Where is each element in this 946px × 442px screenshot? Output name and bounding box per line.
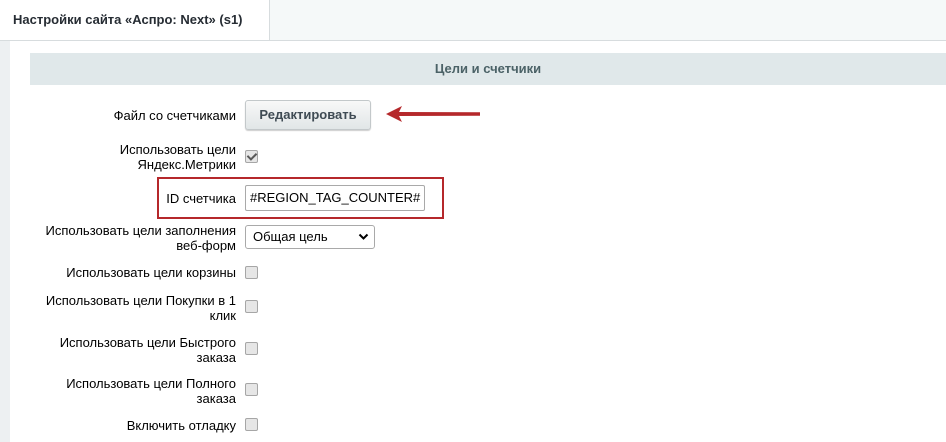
basket-goals-label: Использовать цели корзины <box>66 265 236 280</box>
label-line: Использовать цели <box>119 142 236 157</box>
webform-goals-label: Использовать цели заполнения веб-форм <box>46 223 236 253</box>
tab-bar: Настройки сайта «Аспро: Next» (s1) <box>0 0 946 41</box>
debug-checkbox[interactable] <box>245 418 258 431</box>
counters-file-label: Файл со счетчиками <box>113 108 236 123</box>
counter-id-label: ID счетчика <box>166 191 236 206</box>
settings-page: Настройки сайта «Аспро: Next» (s1) Цели … <box>0 0 946 442</box>
label-line: заказа <box>196 350 236 365</box>
select-value: Общая цель <box>253 229 328 244</box>
label-line: Использовать цели Покупки в 1 <box>45 293 236 308</box>
counter-id-input[interactable]: #REGION_TAG_COUNTER# <box>245 185 425 211</box>
label-line: Использовать цели Быстрого <box>59 335 236 350</box>
label-line: Использовать цели Полного <box>66 376 236 391</box>
quick-order-goals-label: Использовать цели Быстрого заказа <box>60 335 236 365</box>
edit-button[interactable]: Редактировать <box>245 100 371 130</box>
yandex-metrika-label: Использовать цели Яндекс.Метрики <box>120 142 236 172</box>
label-line: Яндекс.Метрики <box>137 157 237 172</box>
label-line: клик <box>209 308 236 323</box>
tab-site-settings[interactable]: Настройки сайта «Аспро: Next» (s1) <box>0 0 270 40</box>
yandex-metrika-checkbox[interactable] <box>245 150 258 163</box>
section-title: Цели и счетчики <box>30 53 946 85</box>
label-line: Использовать цели заполнения <box>45 223 236 238</box>
settings-panel: Цели и счетчики Файл со счетчиками Редак… <box>10 41 946 442</box>
webform-goals-select[interactable]: Общая цель <box>245 225 375 249</box>
chevron-down-icon <box>358 233 369 240</box>
quick-order-goals-checkbox[interactable] <box>245 342 258 355</box>
one-click-goals-label: Использовать цели Покупки в 1 клик <box>46 293 236 323</box>
basket-goals-checkbox[interactable] <box>245 266 258 279</box>
full-order-goals-label: Использовать цели Полного заказа <box>66 376 236 406</box>
label-line: заказа <box>196 391 236 406</box>
arrow-left-icon <box>386 106 480 122</box>
label-line: веб-форм <box>176 238 236 253</box>
debug-label: Включить отладку <box>126 418 236 433</box>
full-order-goals-checkbox[interactable] <box>245 383 258 396</box>
one-click-goals-checkbox[interactable] <box>245 300 258 313</box>
